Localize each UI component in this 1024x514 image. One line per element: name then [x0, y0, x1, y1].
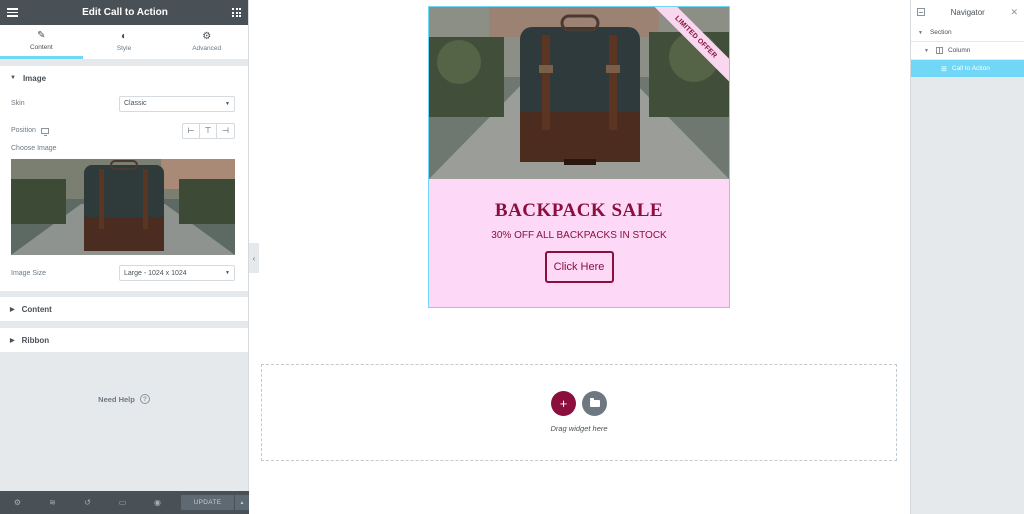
tab-label: Advanced — [192, 45, 222, 52]
caret-right-icon: ▶ — [10, 306, 15, 313]
panel-tabs: ✎ Content ◐ Style ⚙ Advanced — [0, 25, 248, 60]
skin-label: Skin — [11, 100, 25, 107]
nav-item-section[interactable]: ▼ Section — [911, 24, 1024, 42]
tab-advanced[interactable]: ⚙ Advanced — [165, 25, 248, 59]
position-label: Position — [11, 127, 36, 134]
settings-icon[interactable]: ⚙ — [0, 498, 35, 507]
caret-down-icon[interactable]: ▼ — [918, 30, 923, 36]
tab-content[interactable]: ✎ Content — [0, 25, 83, 59]
add-template-button[interactable] — [582, 391, 607, 416]
caret-right-icon: ▶ — [10, 337, 15, 344]
skin-control: Skin Classic ▼ — [11, 90, 235, 117]
skin-value: Classic — [124, 100, 147, 107]
nav-item-column[interactable]: ▼ Column — [911, 42, 1024, 60]
widgets-grid-icon[interactable] — [232, 8, 241, 17]
question-icon: ? — [139, 394, 150, 404]
panel-title: Edit Call to Action — [82, 7, 168, 18]
navigator-panel: Navigator ✕ ▼ Section ▼ Column ⊞ Call to… — [910, 0, 1024, 514]
save-options-chevron-icon[interactable]: ▲ — [235, 495, 249, 510]
call-to-action-widget[interactable]: LIMITED OFFER BACKPACK SALE 30% OFF ALL … — [428, 6, 730, 308]
align-top-button[interactable]: ⊤ — [200, 123, 217, 138]
dropzone-buttons: + — [551, 391, 607, 416]
tab-label: Style — [116, 45, 132, 52]
section-content-toggle[interactable]: ▶ Content — [0, 297, 248, 321]
tab-label: Content — [29, 43, 53, 51]
navigator-header: Navigator ✕ — [911, 0, 1024, 24]
image-size-select[interactable]: Large - 1024 x 1024 ▼ — [119, 265, 235, 281]
desktop-icon[interactable] — [40, 127, 49, 136]
section-ribbon-toggle[interactable]: ▶ Ribbon — [0, 328, 248, 352]
history-icon[interactable]: ↺ — [70, 498, 105, 507]
navigator-title: Navigator — [950, 7, 985, 17]
image-preview[interactable] — [11, 159, 235, 255]
section-title: Image — [22, 73, 47, 83]
image-controls: Skin Classic ▼ Position ⊢ ⊤ ⊣ Choose Ima… — [0, 90, 248, 291]
responsive-mode-icon[interactable]: ▭ — [105, 498, 140, 507]
navigator-layers-icon[interactable]: ≋ — [35, 498, 70, 507]
cta-button[interactable]: Click Here — [544, 251, 614, 283]
collapse-panel-handle[interactable]: ‹ — [249, 243, 259, 273]
nav-item-label: Call to Action — [951, 65, 990, 72]
section-title: Ribbon — [21, 335, 50, 345]
tab-style[interactable]: ◐ Style — [83, 25, 166, 59]
skin-select[interactable]: Classic ▼ — [119, 95, 235, 112]
cta-image: LIMITED OFFER — [429, 7, 729, 179]
pencil-icon: ✎ — [37, 29, 46, 41]
caret-down-icon: ▼ — [10, 75, 16, 81]
close-icon[interactable]: ✕ — [1010, 7, 1018, 18]
cta-title: BACKPACK SALE — [494, 200, 664, 221]
menu-icon[interactable] — [7, 8, 18, 17]
position-control: Position ⊢ ⊤ ⊣ — [11, 117, 235, 144]
backpack-thumbnail — [11, 159, 235, 255]
position-label-group: Position — [11, 127, 49, 136]
caret-down-icon[interactable]: ▼ — [924, 48, 929, 54]
editor-panel: Edit Call to Action ✎ Content ◐ Style ⚙ … — [0, 0, 249, 514]
preview-eye-icon[interactable]: ◉ — [140, 498, 175, 507]
cta-description: 30% OFF ALL BACKPACKS IN STOCK — [491, 230, 667, 241]
gear-icon: ⚙ — [202, 31, 212, 42]
nav-item-label: Column — [947, 47, 971, 54]
choose-image-label: Choose Image — [11, 145, 57, 152]
call-to-action-icon: ⊞ — [941, 65, 947, 73]
drag-widget-hint: Drag widget here — [550, 424, 608, 433]
empty-section-dropzone[interactable]: + Drag widget here — [261, 364, 897, 461]
position-choices: ⊢ ⊤ ⊣ — [182, 122, 235, 139]
chevron-down-icon: ▼ — [225, 270, 230, 276]
section-image-toggle[interactable]: ▼ Image — [0, 66, 248, 90]
cta-content: BACKPACK SALE 30% OFF ALL BACKPACKS IN S… — [429, 179, 729, 307]
nav-item-label: Section — [929, 29, 952, 36]
align-left-button[interactable]: ⊢ — [183, 123, 200, 138]
need-help-link[interactable]: Need Help ? — [0, 394, 248, 404]
image-size-value: Large - 1024 x 1024 — [124, 269, 187, 277]
panel-header: Edit Call to Action — [0, 0, 248, 25]
section-title: Content — [21, 304, 52, 314]
add-section-button[interactable]: + — [551, 391, 576, 416]
need-help-label: Need Help — [98, 394, 135, 404]
editor-canvas: ‹ LIMITED OFFER BACKPACK SALE 30% OFF AL… — [249, 0, 910, 514]
panel-footer: ⚙ ≋ ↺ ▭ ◉ UPDATE ▲ — [0, 491, 249, 514]
nav-item-call-to-action[interactable]: ⊞ Call to Action — [911, 60, 1024, 78]
column-icon — [935, 47, 943, 54]
chevron-down-icon: ▼ — [225, 100, 230, 107]
align-right-button[interactable]: ⊣ — [217, 124, 234, 138]
image-size-label: Image Size — [11, 269, 47, 277]
folder-icon — [589, 398, 600, 407]
image-size-control: Image Size Large - 1024 x 1024 ▼ — [11, 255, 235, 291]
collapse-all-icon[interactable] — [917, 8, 925, 16]
half-circle-icon: ◐ — [120, 31, 128, 42]
update-button[interactable]: UPDATE — [181, 495, 234, 510]
